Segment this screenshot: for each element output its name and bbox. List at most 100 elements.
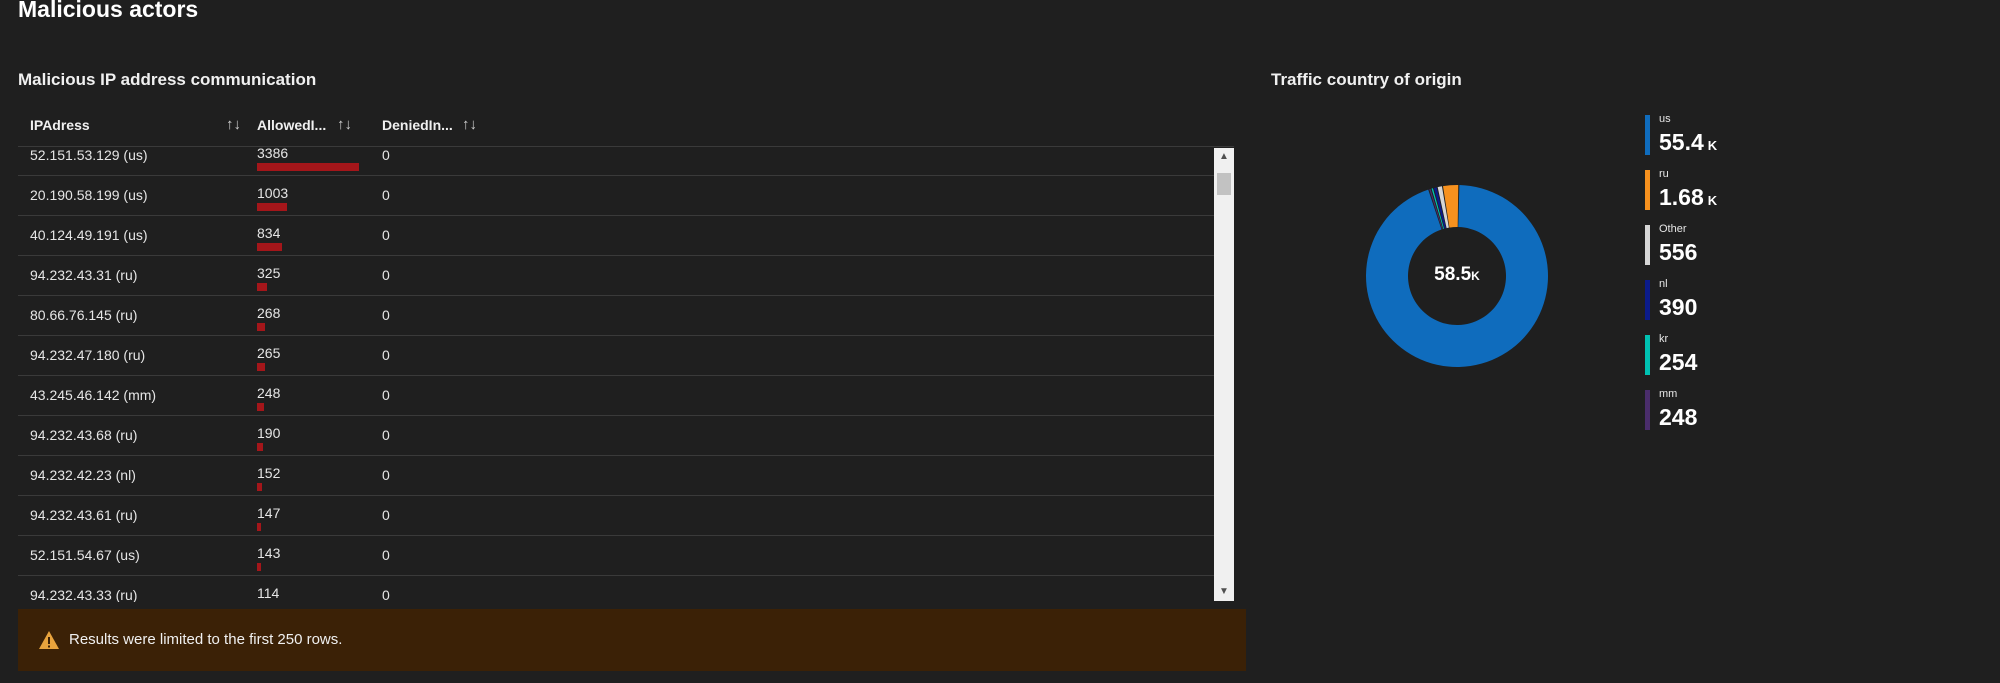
table-scrollbar[interactable]: ▲ ▼ — [1214, 148, 1234, 601]
cell-allowed: 190 — [257, 421, 377, 451]
legend-label: ru — [1659, 168, 1669, 180]
cell-denied-value: 0 — [382, 467, 390, 483]
column-header-ipadress-label: IPAdress — [30, 117, 90, 133]
legend-value-number: 55.4 — [1659, 129, 1704, 155]
sort-icon[interactable]: ↑↓ — [226, 112, 241, 138]
donut-total-value: 58.5 — [1434, 264, 1472, 285]
table-row[interactable]: 40.124.49.191 (us) 834 0 — [18, 216, 1233, 256]
cell-allowed: 248 — [257, 381, 377, 411]
table-body[interactable]: 52.151.53.129 (us) 3386 0 20.190.58.199 (us… — [18, 147, 1233, 602]
table-row[interactable]: 43.245.46.142 (mm) 248 0 — [18, 376, 1233, 416]
column-header-allowed-label: AllowedI... — [257, 117, 327, 133]
cell-allowed-value: 248 — [257, 385, 281, 401]
cell-allowed-bar — [257, 283, 267, 291]
table-row[interactable]: 94.232.43.61 (ru) 147 0 — [18, 496, 1233, 536]
cell-allowed-bar — [257, 403, 264, 411]
table-row[interactable]: 94.232.42.23 (nl) 152 0 — [18, 456, 1233, 496]
legend-value-number: 1.68 — [1659, 184, 1704, 210]
cell-ip-address: 94.232.43.61 (ru) — [30, 507, 138, 523]
cell-denied-value: 0 — [382, 427, 390, 443]
sort-icon[interactable]: ↑↓ — [462, 112, 477, 138]
legend-swatch — [1645, 115, 1650, 155]
warning-icon — [39, 631, 59, 649]
cell-allowed-value: 143 — [257, 545, 281, 561]
cell-allowed-value: 147 — [257, 505, 281, 521]
legend-swatch — [1645, 280, 1650, 320]
donut-title: Traffic country of origin — [1271, 70, 1462, 89]
donut-total-unit: K — [1471, 269, 1480, 283]
cell-allowed-bar — [257, 563, 261, 571]
table-header: IPAdress ↑↓ AllowedI... ↑↓ DeniedIn... ↑… — [18, 112, 1234, 147]
page-title: Malicious actors — [18, 0, 199, 22]
cell-allowed: 147 — [257, 501, 377, 531]
cell-allowed-bar — [257, 443, 263, 451]
column-header-denied[interactable]: DeniedIn... ↑↓ — [382, 112, 506, 146]
cell-allowed-bar — [257, 523, 261, 531]
column-header-allowed[interactable]: AllowedI... ↑↓ — [257, 112, 381, 146]
legend-value-number: 248 — [1659, 404, 1698, 430]
legend-label: Other — [1659, 223, 1687, 235]
cell-denied-value: 0 — [382, 187, 390, 203]
table-row[interactable]: 80.66.76.145 (ru) 268 0 — [18, 296, 1233, 336]
legend-value: 556 — [1659, 239, 1701, 266]
cell-allowed: 834 — [257, 221, 377, 251]
cell-denied-value: 0 — [382, 147, 390, 163]
sort-icon[interactable]: ↑↓ — [337, 112, 352, 138]
column-header-ipadress[interactable]: IPAdress ↑↓ — [30, 112, 241, 146]
scroll-down-arrow-icon[interactable]: ▼ — [1214, 583, 1234, 601]
cell-allowed-bar — [257, 163, 359, 171]
cell-ip-address: 94.232.47.180 (ru) — [30, 347, 146, 363]
legend-label: kr — [1659, 333, 1669, 345]
table-row[interactable]: 20.190.58.199 (us) 1003 0 — [18, 176, 1233, 216]
table-row[interactable]: 94.232.43.31 (ru) 325 0 — [18, 256, 1233, 296]
cell-allowed: 143 — [257, 541, 377, 571]
scroll-up-arrow-icon[interactable]: ▲ — [1214, 148, 1234, 166]
legend-label: mm — [1659, 388, 1678, 400]
table-row[interactable]: 94.232.47.180 (ru) 265 0 — [18, 336, 1233, 376]
cell-allowed-value: 114 — [257, 585, 280, 601]
cell-ip-address: 20.190.58.199 (us) — [30, 187, 148, 203]
legend-label: us — [1659, 113, 1671, 125]
cell-allowed: 1003 — [257, 181, 377, 211]
table-rows: 52.151.53.129 (us) 3386 0 20.190.58.199 (us… — [18, 147, 1233, 602]
legend-value: 55.4 K — [1659, 129, 1717, 156]
cell-denied-value: 0 — [382, 347, 390, 363]
cell-ip-address: 94.232.43.31 (ru) — [30, 267, 138, 283]
table-row[interactable]: 94.232.43.68 (ru) 190 0 — [18, 416, 1233, 456]
cell-denied-value: 0 — [382, 307, 390, 323]
cell-allowed: 152 — [257, 461, 377, 491]
legend-label: nl — [1659, 278, 1668, 290]
cell-denied-value: 0 — [382, 227, 390, 243]
table-row[interactable]: 94.232.43.33 (ru) 114 0 — [18, 576, 1233, 602]
cell-ip-address: 52.151.54.67 (us) — [30, 547, 140, 563]
donut-total: 58.5K — [1366, 264, 1548, 286]
scroll-thumb[interactable] — [1217, 173, 1231, 195]
legend-value-unit: K — [1707, 193, 1718, 208]
cell-allowed-value: 3386 — [257, 147, 289, 161]
cell-denied-value: 0 — [382, 587, 390, 602]
row-limit-warning: Results were limited to the first 250 ro… — [18, 609, 1246, 671]
legend-value: 254 — [1659, 349, 1701, 376]
cell-allowed-bar — [257, 323, 265, 331]
legend-swatch — [1645, 170, 1650, 210]
cell-allowed-value: 325 — [257, 265, 281, 281]
cell-allowed-bar — [257, 483, 262, 491]
legend-value: 390 — [1659, 294, 1701, 321]
cell-allowed: 265 — [257, 341, 377, 371]
cell-allowed-value: 152 — [257, 465, 281, 481]
cell-ip-address: 94.232.43.68 (ru) — [30, 427, 138, 443]
legend-value: 1.68 K — [1659, 184, 1717, 211]
table-row[interactable]: 52.151.53.129 (us) 3386 0 — [18, 147, 1233, 176]
cell-allowed-value: 190 — [257, 425, 281, 441]
cell-ip-address: 52.151.53.129 (us) — [30, 147, 148, 163]
cell-allowed: 114 — [257, 581, 377, 602]
legend-swatch — [1645, 335, 1650, 375]
table-row[interactable]: 52.151.54.67 (us) 143 0 — [18, 536, 1233, 576]
cell-allowed-bar — [257, 243, 282, 251]
cell-allowed-value: 265 — [257, 345, 281, 361]
column-header-denied-label: DeniedIn... — [382, 117, 453, 133]
cell-allowed-value: 834 — [257, 225, 281, 241]
cell-allowed-bar — [257, 363, 265, 371]
cell-allowed: 325 — [257, 261, 377, 291]
legend-swatch — [1645, 390, 1650, 430]
